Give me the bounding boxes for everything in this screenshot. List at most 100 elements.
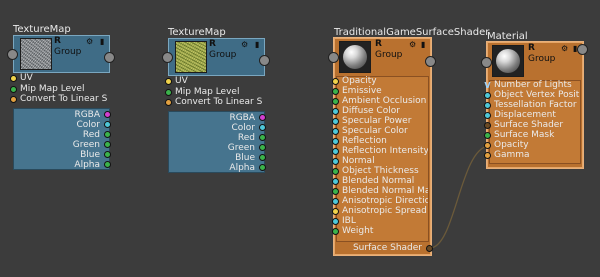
input-uv: UV <box>175 76 188 86</box>
alpha-port[interactable] <box>259 164 266 171</box>
object-vertex-position-port[interactable] <box>484 92 491 99</box>
gamma-port[interactable] <box>484 152 491 159</box>
input-object-thickness: Object Thickness <box>342 166 419 176</box>
red-port[interactable] <box>259 134 266 141</box>
input-specular-power: Specular Power <box>342 116 412 126</box>
emissive-port[interactable] <box>332 88 339 95</box>
opacity-port[interactable] <box>484 142 491 149</box>
object-thickness-port[interactable] <box>332 168 339 175</box>
color-port[interactable] <box>104 121 111 128</box>
output-color: Color <box>231 123 256 133</box>
texture-thumbnail-2 <box>175 41 207 73</box>
output-blue: Blue <box>235 153 255 163</box>
rgba-port[interactable] <box>259 114 266 121</box>
input-opacity: Opacity <box>494 140 529 150</box>
gear-icon[interactable]: ⚙ <box>86 38 93 46</box>
input-weight: Weight <box>342 226 374 236</box>
input-convert-to-linear: Convert To Linear S <box>175 97 263 107</box>
material-preview-sphere <box>492 45 524 77</box>
blended-normal-port[interactable] <box>332 178 339 185</box>
tessellation-factor-port[interactable] <box>484 102 491 109</box>
output-rgba: RGBA <box>229 113 255 123</box>
anisotropic-spread-port[interactable] <box>332 208 339 215</box>
vector-port-icon[interactable]: V <box>484 82 491 90</box>
texture-thumbnail-1 <box>20 38 52 70</box>
input-uv: UV <box>20 73 33 83</box>
r-label: R <box>54 36 61 46</box>
normal-port[interactable] <box>332 158 339 165</box>
mip-map-level-port[interactable] <box>10 86 17 93</box>
lock-icon[interactable]: ▮ <box>100 38 104 46</box>
input-convert-to-linear: Convert To Linear S <box>20 94 108 104</box>
gear-icon[interactable]: ⚙ <box>561 45 568 53</box>
input-surface-mask: Surface Mask <box>494 130 555 140</box>
green-port[interactable] <box>104 141 111 148</box>
output-alpha: Alpha <box>74 160 100 170</box>
rgba-port[interactable] <box>104 111 111 118</box>
ibl-port[interactable] <box>332 218 339 225</box>
red-port[interactable] <box>104 131 111 138</box>
input-mip-map-level: Mip Map Level <box>175 87 240 97</box>
output-green: Green <box>72 140 100 150</box>
r-label: R <box>375 39 382 49</box>
input-reflection-intensity: Reflection Intensity <box>342 146 428 156</box>
uv-port[interactable] <box>10 75 17 82</box>
alpha-port[interactable] <box>104 161 111 168</box>
input-blended-normal-mask: Blended Normal Ma <box>342 186 428 196</box>
node-input-port[interactable] <box>481 57 492 68</box>
lock-icon[interactable]: ▮ <box>421 41 425 49</box>
blended-normal-mask-port[interactable] <box>332 188 339 195</box>
input-opacity: Opacity <box>342 76 377 86</box>
texturemap-node-1-header[interactable]: R Group ⚙ ▮ <box>13 35 110 73</box>
displacement-port[interactable] <box>484 112 491 119</box>
node-output-port[interactable] <box>259 55 270 66</box>
blue-port[interactable] <box>259 154 266 161</box>
node-input-port[interactable] <box>7 49 18 60</box>
output-red: Red <box>237 133 255 143</box>
specular-color-port[interactable] <box>332 128 339 135</box>
color-port[interactable] <box>259 124 266 131</box>
node-output-port[interactable] <box>425 56 436 67</box>
node-output-port[interactable] <box>577 44 588 55</box>
group-label: Group <box>375 50 403 60</box>
specular-power-port[interactable] <box>332 118 339 125</box>
node-output-port[interactable] <box>104 52 115 63</box>
surface-shader-output-port[interactable] <box>426 245 433 252</box>
blue-port[interactable] <box>104 151 111 158</box>
green-port[interactable] <box>259 144 266 151</box>
uv-port[interactable] <box>165 78 172 85</box>
node-input-port[interactable] <box>328 52 339 63</box>
lock-icon[interactable]: ▮ <box>255 41 259 49</box>
convert-linear-port[interactable] <box>165 99 172 106</box>
anisotropic-direction-port[interactable] <box>332 198 339 205</box>
output-color: Color <box>76 120 101 130</box>
opacity-port[interactable] <box>332 78 339 85</box>
output-rgba: RGBA <box>74 110 100 120</box>
convert-linear-port[interactable] <box>10 96 17 103</box>
surface-shader-input-port[interactable] <box>484 122 491 129</box>
texturemap-node-2-header[interactable]: R Group ⚙ ▮ <box>168 38 265 76</box>
input-specular-color: Specular Color <box>342 126 408 136</box>
diffuse-color-port[interactable] <box>332 108 339 115</box>
input-reflection: Reflection <box>342 136 387 146</box>
output-green: Green <box>227 143 255 153</box>
gear-icon[interactable]: ⚙ <box>241 41 248 49</box>
input-blended-normal: Blended Normal <box>342 176 415 186</box>
reflection-intensity-port[interactable] <box>332 148 339 155</box>
input-displacement: Displacement <box>494 110 556 120</box>
input-mip-map-level: Mip Map Level <box>20 84 85 94</box>
surface-mask-port[interactable] <box>484 132 491 139</box>
shader-preview-sphere <box>339 41 371 73</box>
weight-port[interactable] <box>332 228 339 235</box>
input-ambient-occlusion: Ambient Occlusion <box>342 96 427 106</box>
input-surface-shader: Surface Shader <box>494 120 564 130</box>
group-label: Group <box>528 54 556 64</box>
node-input-port[interactable] <box>162 52 173 63</box>
reflection-port[interactable] <box>332 138 339 145</box>
group-label: Group <box>209 50 237 60</box>
mip-map-level-port[interactable] <box>165 89 172 96</box>
ambient-occlusion-port[interactable] <box>332 98 339 105</box>
gear-icon[interactable]: ⚙ <box>409 41 416 49</box>
input-anisotropic-spread: Anisotropic Spread <box>342 206 427 216</box>
input-ibl: IBL <box>342 216 356 226</box>
